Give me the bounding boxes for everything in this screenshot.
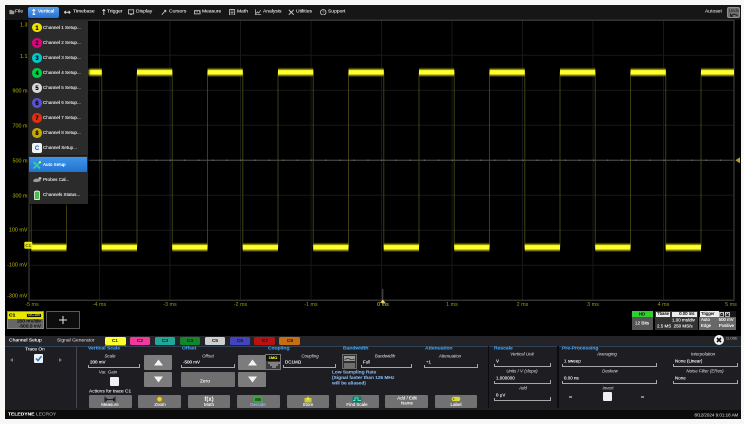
svg-text:100 mV: 100 mV [9,228,28,234]
svg-text:-4 ms: -4 ms [93,302,107,308]
svg-text:300 m: 300 m [13,193,28,199]
svg-text:-100 mV: -100 mV [7,263,28,269]
svg-text:1.1: 1.1 [20,54,28,60]
svg-text:500 m: 500 m [13,158,28,164]
svg-text:-5 ms: -5 ms [25,302,39,308]
svg-text:2 ms: 2 ms [517,302,529,308]
svg-text:4 ms: 4 ms [658,302,670,308]
svg-text:-1 ms: -1 ms [304,302,318,308]
svg-text:1.3: 1.3 [20,23,28,29]
svg-text:C1: C1 [25,243,31,248]
svg-text:3 ms: 3 ms [587,302,599,308]
svg-text:5 ms: 5 ms [725,302,737,308]
svg-text:-3 ms: -3 ms [163,302,177,308]
svg-text:-300 mV: -300 mV [7,294,28,300]
svg-text:700 m: 700 m [13,123,28,129]
svg-text:900 m: 900 m [13,89,28,95]
svg-text:0 ms: 0 ms [377,302,389,308]
svg-text:1 ms: 1 ms [446,302,458,308]
svg-text:-2 ms: -2 ms [234,302,248,308]
